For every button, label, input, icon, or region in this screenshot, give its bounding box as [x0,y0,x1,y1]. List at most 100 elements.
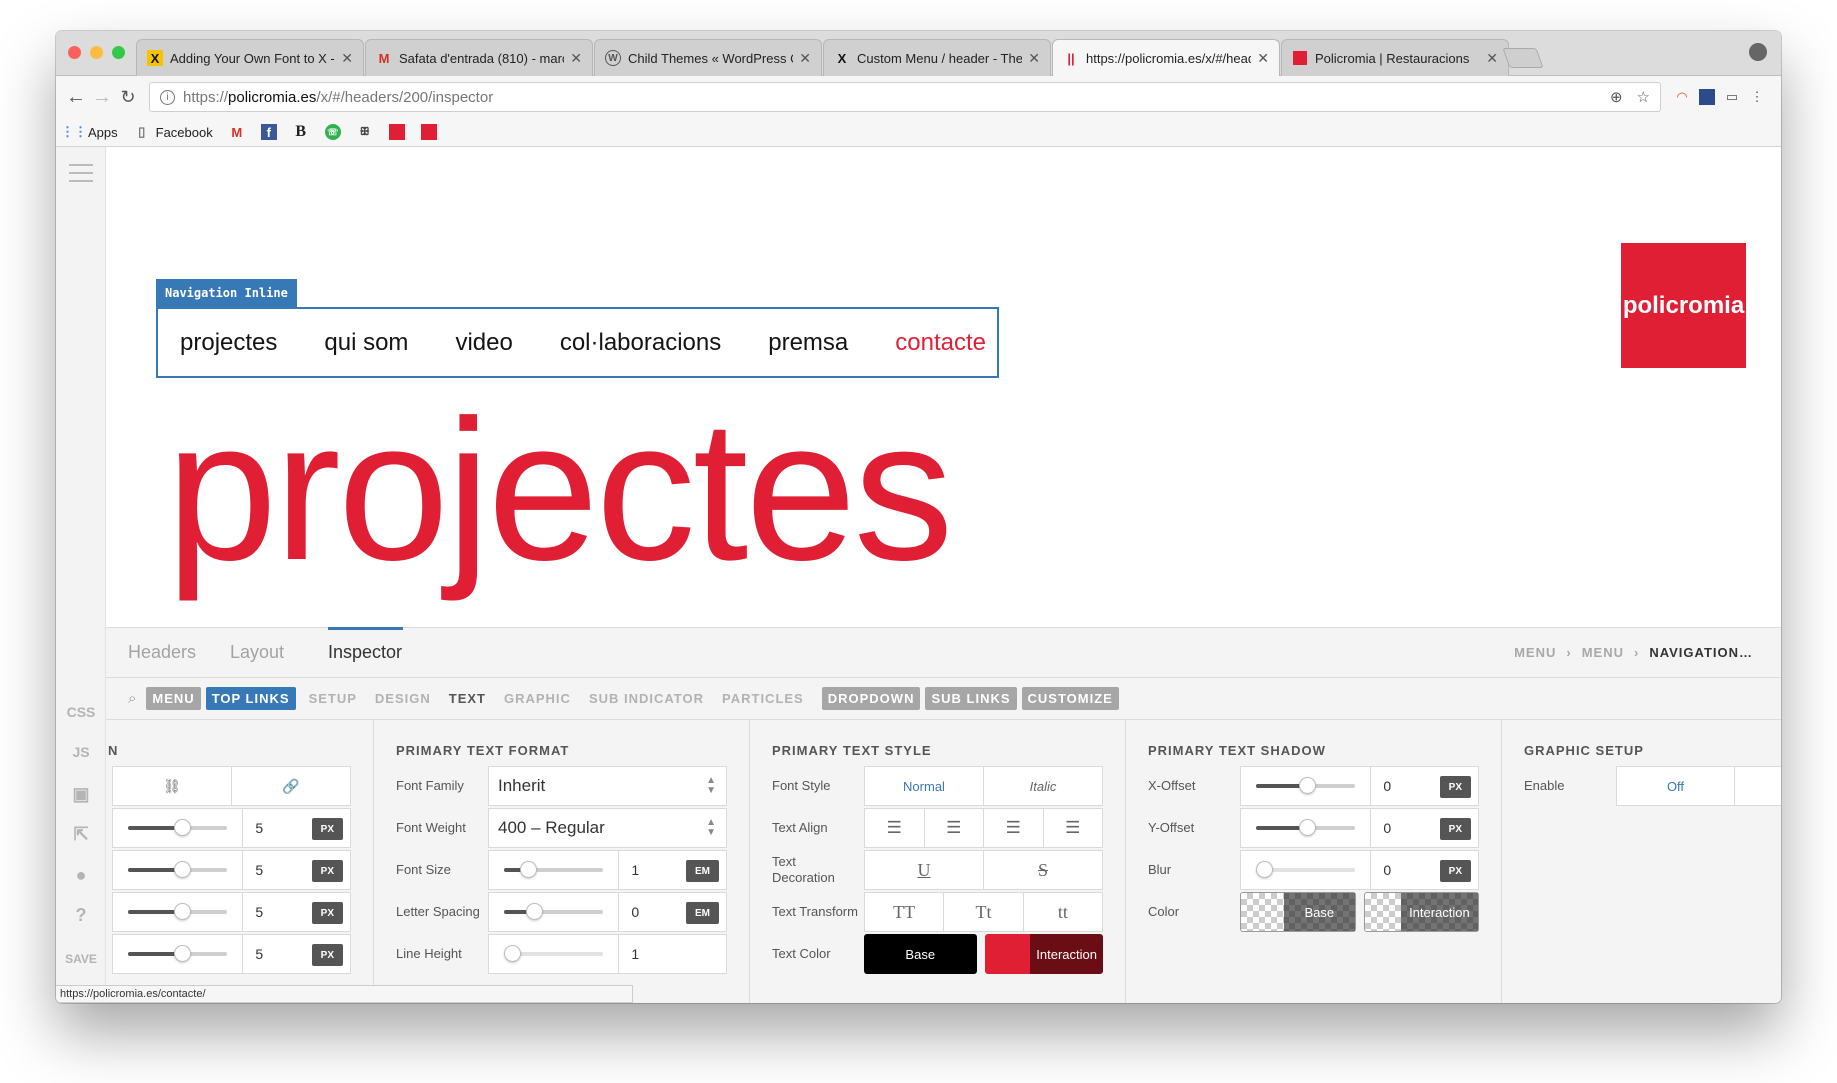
lowercase-icon[interactable]: tt [1024,893,1102,931]
spacing-control[interactable]: 5 PX [112,808,351,848]
gmail-icon[interactable]: M [229,124,245,140]
slider[interactable] [489,893,620,931]
number-input[interactable]: 0 PX [1371,851,1478,889]
js-button[interactable]: JS [56,744,106,760]
base-color-button[interactable]: Base [864,934,977,974]
site-logo[interactable]: policromia [1621,243,1746,368]
close-icon[interactable]: ✕ [1028,50,1040,67]
reload-icon[interactable]: ↻ [116,85,140,109]
spacing-control[interactable]: 5 PX [112,850,351,890]
unit-button[interactable]: PX [311,860,343,882]
font-style-toggle[interactable]: Normal Italic [864,766,1103,806]
align-justify-icon[interactable]: ☰ [1044,809,1103,847]
slider[interactable] [113,893,244,931]
save-button[interactable]: SAVE [56,952,106,966]
slider[interactable] [1241,809,1372,847]
browser-tab[interactable]: X Adding Your Own Font to X - X ✕ [136,39,364,76]
close-icon[interactable]: ✕ [1257,50,1269,67]
extension-photo-icon[interactable] [1699,89,1715,105]
glyph-icon[interactable]: ꕥ [357,124,373,140]
css-button[interactable]: CSS [56,704,106,720]
maximize-window-button[interactable] [112,46,125,59]
breadcrumb-item[interactable]: MENU [1514,645,1556,660]
tab-layout[interactable]: Layout [230,642,284,663]
external-link-icon[interactable]: ⇱ [56,824,106,845]
back-arrow-icon[interactable]: ← [64,85,88,109]
facebook-icon[interactable]: f [260,124,277,140]
profile-icon[interactable] [1749,43,1767,61]
slider[interactable] [113,809,244,847]
strikethrough-icon[interactable]: S [984,851,1102,889]
font-weight-select[interactable]: 400 – Regular ▲ ▼ [488,808,727,848]
slider[interactable] [1241,851,1372,889]
subtab-top-links[interactable]: TOP LINKS [205,687,296,710]
line-height-control[interactable]: 1 [488,934,727,974]
unit-button[interactable]: PX [311,818,343,840]
subtab-particles[interactable]: PARTICLES [722,691,804,706]
font-style-italic[interactable]: Italic [984,767,1102,805]
subtab-menu[interactable]: MENU [146,687,201,710]
menu-dots-icon[interactable]: ⋮ [1749,89,1765,105]
new-tab-button[interactable] [1502,48,1544,68]
shadow-interaction-color-button[interactable]: Interaction [1363,892,1479,932]
close-icon[interactable]: ✕ [799,50,811,67]
close-icon[interactable]: ✕ [1486,50,1498,67]
zoom-icon[interactable]: ⊕ [1610,88,1623,106]
spacing-control[interactable]: 5 PX [112,892,351,932]
enable-off-option[interactable]: Off [1617,767,1735,805]
navigation-inline[interactable]: projectes qui som video col·laboracions … [156,307,999,378]
link-toggle[interactable]: ⛓ 🔗 [112,766,351,806]
align-center-icon[interactable]: ☰ [925,809,984,847]
subtab-text[interactable]: TEXT [449,691,486,706]
unit-button[interactable]: PX [1439,860,1471,882]
number-input[interactable]: 5 PX [243,851,350,889]
bookmark-star-icon[interactable]: ☆ [1637,88,1650,106]
close-icon[interactable]: ✕ [570,50,582,67]
subtab-customize[interactable]: CUSTOMIZE [1021,687,1119,710]
slider[interactable] [489,935,620,973]
text-decoration-toggle[interactable]: U S [864,850,1103,890]
unit-button[interactable]: PX [311,902,343,924]
slider[interactable] [1241,767,1372,805]
unit-button[interactable]: EM [686,902,719,924]
browser-tab[interactable]: Policromia | Restauracions ✕ [1281,39,1509,76]
y-offset-control[interactable]: 0 PX [1240,808,1479,848]
forward-arrow-icon[interactable]: → [90,85,114,109]
bookmark-facebook[interactable]: ▯ Facebook [134,124,213,140]
extension-rainbow-icon[interactable]: ◠ [1674,89,1690,105]
whatsapp-icon[interactable]: ☏ [324,124,341,140]
info-icon[interactable]: i [160,89,175,105]
nav-link-video[interactable]: video [455,329,512,357]
number-input[interactable]: 1 [619,935,726,973]
browser-tab-active[interactable]: || https://policromia.es/x/#/head ✕ [1052,39,1280,76]
number-input[interactable]: 0 EM [619,893,726,931]
text-align-toggle[interactable]: ☰ ☰ ☰ ☰ [864,808,1103,848]
font-style-normal[interactable]: Normal [865,767,984,805]
close-icon[interactable]: ✕ [341,50,353,67]
spacing-control[interactable]: 5 PX [112,934,351,974]
number-input[interactable]: 1 EM [619,851,726,889]
x-offset-control[interactable]: 0 PX [1240,766,1479,806]
tab-inspector[interactable]: Inspector [328,642,402,663]
subtab-setup[interactable]: SETUP [309,691,357,706]
nav-link-qui-som[interactable]: qui som [324,329,408,357]
number-input[interactable]: 5 PX [243,893,350,931]
font-size-control[interactable]: 1 EM [488,850,727,890]
number-input[interactable]: 5 PX [243,809,350,847]
bold-b-icon[interactable]: B [293,123,309,140]
cast-icon[interactable]: ▭ [1724,89,1740,105]
breadcrumb-item[interactable]: MENU [1582,645,1624,660]
subtab-sub-links[interactable]: SUB LINKS [925,687,1017,710]
subtab-sub-indicator[interactable]: SUB INDICATOR [589,691,704,706]
hamburger-menu-icon[interactable] [69,164,93,188]
browser-tab[interactable]: W Child Themes « WordPress Co ✕ [594,39,822,76]
close-window-button[interactable] [68,46,81,59]
policromia-icon[interactable] [420,124,437,140]
unit-button[interactable]: PX [311,944,343,966]
help-icon[interactable]: ? [56,905,106,926]
unit-button[interactable]: PX [1439,776,1471,798]
nav-link-projectes[interactable]: projectes [180,329,277,357]
subtab-dropdown[interactable]: DROPDOWN [821,687,921,710]
link-icon[interactable]: 🔗 [232,767,350,805]
capitalize-icon[interactable]: Tt [944,893,1024,931]
